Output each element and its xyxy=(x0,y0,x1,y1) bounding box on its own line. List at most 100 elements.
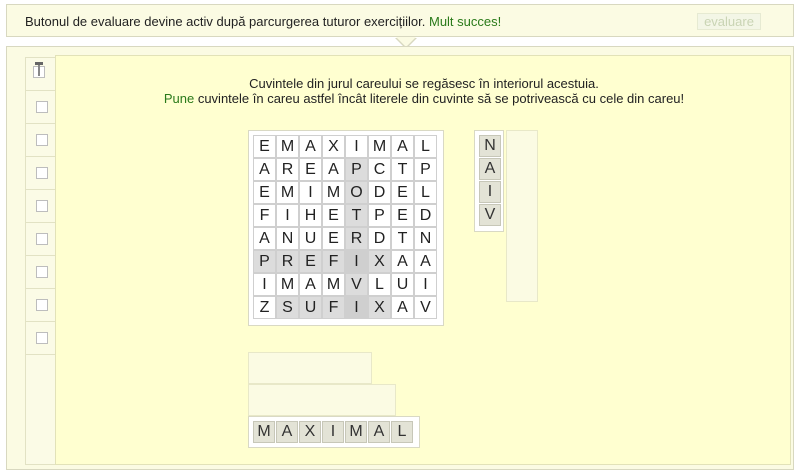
instruction-bar: Butonul de evaluare devine activ după pa… xyxy=(6,4,794,49)
grid-cell: X xyxy=(368,296,391,319)
grid-cell: I xyxy=(345,135,368,158)
grid-cell: T xyxy=(391,227,414,250)
grid-row: PREFIXAA xyxy=(253,250,441,273)
grid-cell: M xyxy=(276,181,299,204)
grid-cell: O xyxy=(345,181,368,204)
current-exercise-icon xyxy=(35,62,43,76)
grid-cell: E xyxy=(253,181,276,204)
vertical-word-tiles[interactable]: NAIV xyxy=(474,130,504,232)
grid-cell: I xyxy=(345,250,368,273)
letter-grid: EMAXIMALAREAPCTPEMIMODELFIHETPEDANUERDTN… xyxy=(248,130,444,326)
grid-cell: A xyxy=(299,135,322,158)
letter-tile[interactable]: V xyxy=(479,204,501,226)
grid-cell: N xyxy=(276,227,299,250)
grid-cell: A xyxy=(253,227,276,250)
grid-cell: E xyxy=(299,250,322,273)
grid-cell: E xyxy=(322,227,345,250)
exercise-checkbox[interactable] xyxy=(36,266,48,278)
grid-cell: I xyxy=(299,181,322,204)
grid-cell: A xyxy=(391,296,414,319)
letter-tile[interactable]: A xyxy=(479,158,501,180)
grid-cell: E xyxy=(299,158,322,181)
grid-cell: A xyxy=(322,158,345,181)
grid-cell: I xyxy=(276,204,299,227)
instruction-rest: cuvintele în careu astfel încât literele… xyxy=(194,91,685,106)
grid-cell: R xyxy=(276,158,299,181)
grid-cell: P xyxy=(368,204,391,227)
letter-tile[interactable]: M xyxy=(253,421,275,443)
grid-cell: A xyxy=(391,250,414,273)
grid-row: AREAPCTP xyxy=(253,158,441,181)
grid-cell: E xyxy=(322,204,345,227)
grid-cell: T xyxy=(391,158,414,181)
exercise-checkbox[interactable] xyxy=(36,101,48,113)
grid-cell: C xyxy=(368,158,391,181)
grid-cell: A xyxy=(391,135,414,158)
grid-cell: X xyxy=(322,135,345,158)
grid-cell: V xyxy=(345,273,368,296)
exercise-checkbox[interactable] xyxy=(36,200,48,212)
grid-cell: P xyxy=(253,250,276,273)
grid-cell: Z xyxy=(253,296,276,319)
grid-cell: I xyxy=(345,296,368,319)
status-message: Butonul de evaluare devine activ după pa… xyxy=(25,14,501,29)
grid-cell: M xyxy=(322,273,345,296)
exercise-checkbox[interactable] xyxy=(36,332,48,344)
grid-cell: I xyxy=(414,273,437,296)
grid-cell: E xyxy=(391,181,414,204)
grid-cell: D xyxy=(368,181,391,204)
grid-cell: L xyxy=(414,135,437,158)
evaluate-button[interactable]: evaluare xyxy=(697,13,761,30)
grid-cell: X xyxy=(368,250,391,273)
grid-cell: M xyxy=(276,273,299,296)
letter-tile[interactable]: A xyxy=(276,421,298,443)
vertical-word-slot[interactable] xyxy=(506,130,538,302)
instruction-verb: Pune xyxy=(163,91,195,106)
horizontal-word-slot-2[interactable] xyxy=(248,384,396,416)
grid-row: IMAMVLUI xyxy=(253,273,441,296)
exercise-checkbox[interactable] xyxy=(36,233,48,245)
letter-tile[interactable]: X xyxy=(299,421,321,443)
exercise-checkbox[interactable] xyxy=(36,134,48,146)
grid-cell: A xyxy=(253,158,276,181)
letter-tile[interactable]: I xyxy=(479,181,501,203)
grid-row: ZSUFIXAV xyxy=(253,296,441,319)
letter-tile[interactable]: M xyxy=(345,421,367,443)
success-text: Mult succes! xyxy=(428,14,502,29)
grid-cell: M xyxy=(322,181,345,204)
letter-tile[interactable]: L xyxy=(391,421,413,443)
grid-cell: D xyxy=(414,204,437,227)
instruction-line-1: Cuvintele din jurul careului se regăsesc… xyxy=(249,76,599,91)
horizontal-word-slot-1[interactable] xyxy=(248,352,372,384)
grid-cell: R xyxy=(345,227,368,250)
grid-cell: V xyxy=(414,296,437,319)
letter-tile[interactable]: N xyxy=(479,135,501,157)
grid-cell: U xyxy=(391,273,414,296)
grid-cell: T xyxy=(345,204,368,227)
grid-cell: M xyxy=(276,135,299,158)
grid-cell: H xyxy=(299,204,322,227)
letter-tile[interactable]: I xyxy=(322,421,344,443)
grid-cell: D xyxy=(368,227,391,250)
grid-cell: U xyxy=(299,296,322,319)
exercise-area: Cuvintele din jurul careului se regăsesc… xyxy=(55,55,791,465)
exercise-checkbox[interactable] xyxy=(36,299,48,311)
horizontal-word-tiles[interactable]: MAXIMAL xyxy=(248,416,420,448)
grid-cell: L xyxy=(368,273,391,296)
status-text: Butonul de evaluare devine activ după pa… xyxy=(25,14,426,29)
grid-row: ANUERDTN xyxy=(253,227,441,250)
grid-cell: P xyxy=(345,158,368,181)
grid-cell: E xyxy=(253,135,276,158)
exercise-checkbox[interactable] xyxy=(36,167,48,179)
grid-cell: E xyxy=(391,204,414,227)
grid-cell: A xyxy=(414,250,437,273)
grid-cell: R xyxy=(276,250,299,273)
letter-tile[interactable]: A xyxy=(368,421,390,443)
grid-cell: F xyxy=(253,204,276,227)
grid-row: FIHETPED xyxy=(253,204,441,227)
grid-row: EMAXIMAL xyxy=(253,135,441,158)
grid-cell: P xyxy=(414,158,437,181)
instruction-line-2: Pune cuvintele în careu astfel încât lit… xyxy=(56,91,792,106)
grid-row: EMIMODEL xyxy=(253,181,441,204)
grid-cell: F xyxy=(322,296,345,319)
